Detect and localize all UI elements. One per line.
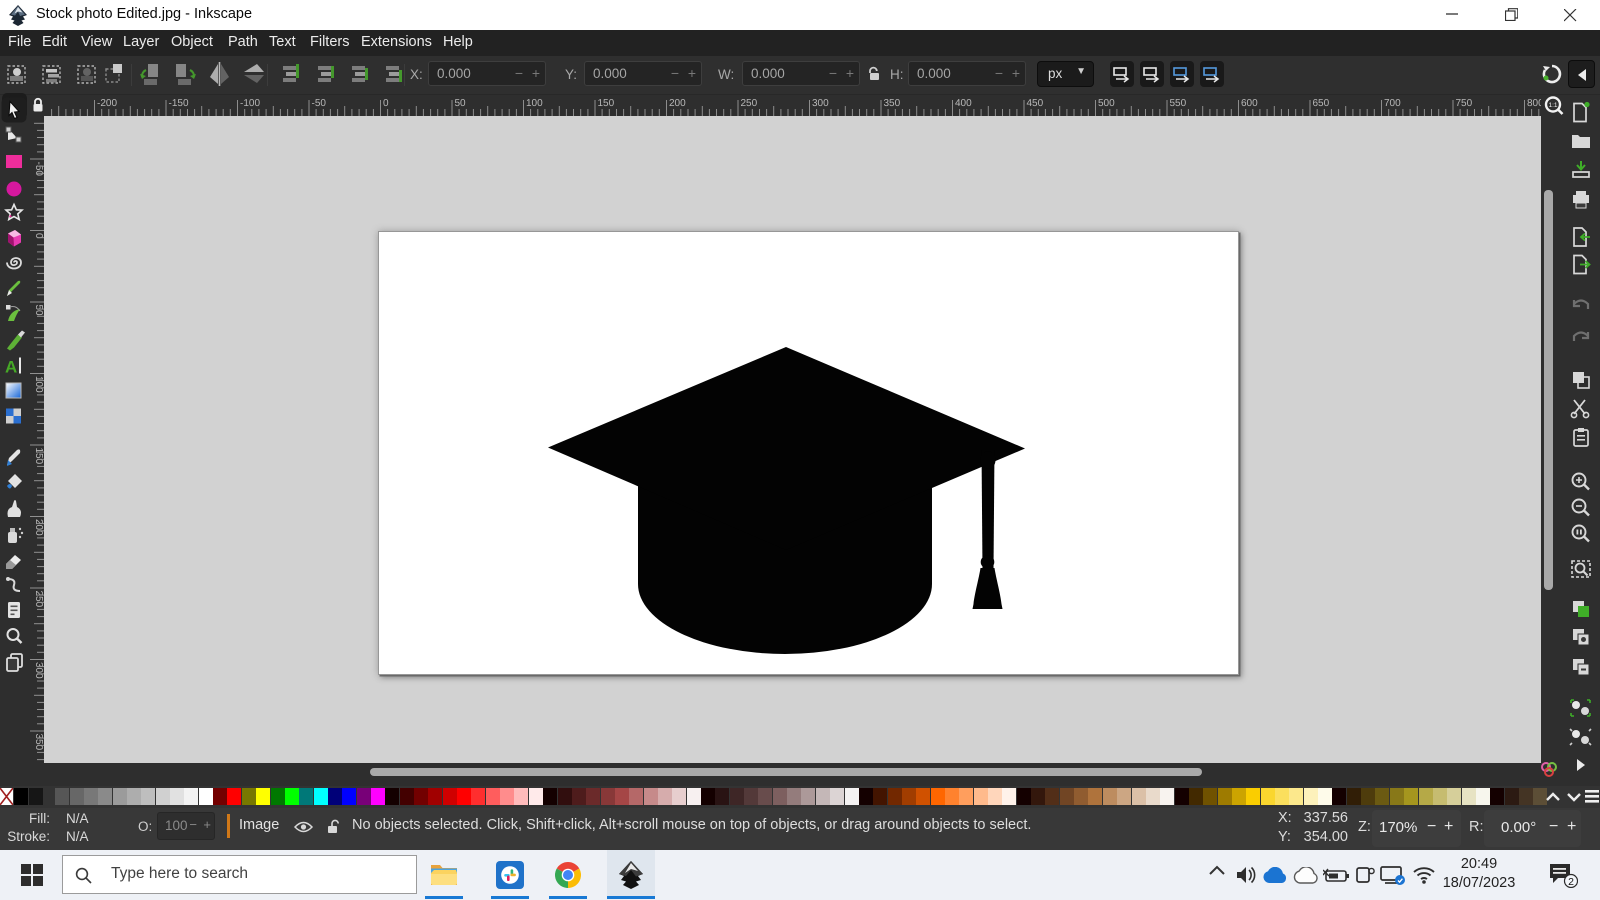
svg-text:200: 200 [33,519,44,536]
svg-text:50: 50 [33,305,44,317]
svg-text:550: 550 [1169,98,1186,109]
svg-text:-100: -100 [240,98,260,109]
svg-text:1:1: 1:1 [1548,102,1557,109]
svg-text:100: 100 [526,98,543,109]
svg-text:750: 750 [1455,98,1472,109]
svg-text:700: 700 [1384,98,1401,109]
svg-text:2: 2 [1568,876,1574,888]
svg-text:0: 0 [383,98,389,109]
svg-text:800: 800 [1527,98,1541,109]
svg-text:300: 300 [33,662,44,679]
svg-text:350: 350 [33,734,44,751]
svg-text:-50: -50 [311,98,326,109]
svg-text:-50: -50 [33,162,44,177]
svg-text:150: 150 [597,98,614,109]
svg-text:200: 200 [669,98,686,109]
svg-text:500: 500 [1098,98,1115,109]
svg-text:250: 250 [740,98,757,109]
svg-text:350: 350 [883,98,900,109]
svg-text:150: 150 [33,448,44,465]
svg-text:-200: -200 [97,98,117,109]
svg-text:250: 250 [33,591,44,608]
svg-text:650: 650 [1312,98,1329,109]
svg-text:450: 450 [1026,98,1043,109]
svg-text:-150: -150 [168,98,188,109]
svg-text:400: 400 [955,98,972,109]
svg-text:A: A [5,358,17,377]
svg-text:600: 600 [1241,98,1258,109]
svg-text:300: 300 [812,98,829,109]
svg-text:50: 50 [454,98,466,109]
svg-text:100: 100 [33,376,44,393]
